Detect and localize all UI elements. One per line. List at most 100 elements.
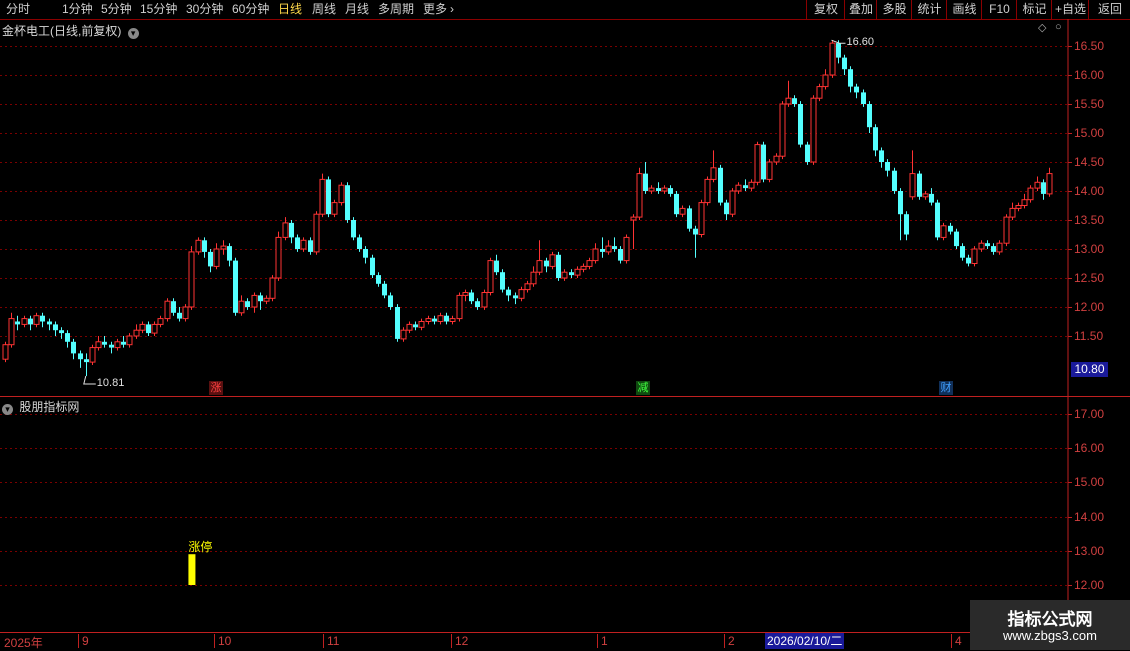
kline-chart[interactable] — [0, 0, 1130, 650]
candle-body-down — [475, 301, 480, 307]
candle-body-down — [202, 240, 207, 252]
candle-body-down — [929, 193, 934, 203]
candle-body-down — [687, 208, 692, 229]
panel-toggle-icon[interactable]: ▾ — [127, 28, 139, 39]
candle-body-down — [879, 150, 884, 162]
candle-body-down — [792, 98, 797, 104]
candle-body-down — [65, 333, 70, 342]
main-panel-header: 金杯电工(日线,前复权) ▾ — [2, 22, 139, 39]
candle-body-up — [704, 178, 711, 204]
main-y-tick-label: 11.50 — [1074, 328, 1104, 343]
candle-body-down — [991, 246, 996, 252]
candle-body-down — [382, 283, 387, 296]
circle-icon[interactable]: ○ — [1055, 21, 1062, 33]
date-label-feb: 2 — [724, 634, 735, 648]
candle-body-up — [1027, 187, 1034, 201]
candle-body-down — [146, 324, 151, 334]
candle-body-down — [40, 315, 45, 322]
candle-body-up — [822, 74, 829, 88]
candle-body-down — [59, 330, 64, 334]
candle-body-up — [810, 97, 817, 163]
main-y-tick-label: 13.50 — [1074, 212, 1105, 227]
date-label-sep: 9 — [78, 634, 89, 648]
candle-body-up — [251, 294, 258, 308]
event-marker-rise[interactable]: 涨 — [209, 381, 223, 395]
candle-body-down — [842, 57, 847, 70]
candle-body-up — [661, 187, 668, 192]
candle-body-up — [338, 184, 345, 204]
candle-body-up — [89, 347, 96, 363]
candle-body-down — [413, 324, 418, 328]
candle-body-up — [300, 239, 307, 250]
candle-body-up — [8, 318, 15, 346]
candle-body-up — [21, 318, 28, 325]
candle-body-up — [605, 245, 612, 253]
candle-body-down — [432, 318, 437, 322]
candle-body-up — [518, 289, 525, 299]
candle-body-up — [462, 292, 469, 296]
candle-body-up — [114, 341, 121, 349]
candle-body-down — [718, 167, 723, 203]
date-label-year: 2025年 — [4, 636, 43, 650]
candle-body-down — [960, 246, 965, 258]
candle-body-down — [357, 237, 362, 249]
event-marker-finance[interactable]: 财 — [939, 381, 953, 395]
diamond-icon[interactable]: ◇ — [1038, 21, 1046, 34]
candle-body-down — [743, 185, 748, 189]
candle-body-up — [996, 242, 1003, 253]
sub-y-tick-label: 17.00 — [1074, 406, 1105, 421]
candle-body-up — [978, 242, 985, 250]
candle-body-down — [444, 315, 449, 322]
candle-body-up — [630, 216, 637, 221]
candle-body-down — [289, 222, 294, 238]
candle-body-up — [139, 323, 146, 331]
candle-body-up — [164, 300, 171, 320]
candle-body-down — [618, 249, 623, 261]
candle-body-up — [313, 213, 320, 253]
event-marker-reduce-label: 减 — [637, 382, 649, 394]
indicator-title: 股朋指标网 — [19, 400, 80, 414]
cursor-date-label: 2026/02/10/二 — [765, 633, 845, 649]
candle-body-down — [861, 92, 866, 104]
candle-body-down — [227, 246, 232, 261]
sub-y-tick-label: 16.00 — [1074, 440, 1105, 455]
candle-body-down — [935, 202, 940, 238]
date-label-nov: 11 — [323, 634, 339, 648]
candle-body-up — [213, 248, 220, 267]
event-marker-finance-label: 财 — [940, 382, 952, 394]
candle-body-up — [449, 318, 456, 323]
sub-panel-toggle-icon[interactable]: ▾ — [2, 404, 13, 415]
candle-body-down — [917, 173, 922, 197]
candle-body-up — [182, 306, 189, 320]
candle-body-down — [1041, 182, 1046, 194]
candle-body-down — [724, 202, 729, 215]
candle-body-down — [904, 214, 909, 235]
candle-body-down — [28, 318, 33, 325]
candle-body-down — [78, 353, 83, 360]
candle-body-up — [530, 271, 537, 285]
candle-body-up — [536, 260, 543, 273]
candle-body-up — [922, 193, 929, 198]
candle-body-down — [376, 275, 381, 284]
candle-body-down — [761, 144, 766, 180]
candle-body-up — [33, 315, 40, 325]
candle-body-up — [319, 178, 326, 215]
candle-body-down — [233, 260, 238, 313]
candle-body-up — [263, 297, 270, 302]
candle-body-down — [885, 162, 890, 171]
event-marker-reduce[interactable]: 减 — [636, 381, 650, 395]
date-axis[interactable]: 2025年 9 10 11 12 1 2 2026/02/10/二 4 — [0, 632, 1130, 651]
candle-body-down — [867, 104, 872, 128]
candle-body-up — [418, 321, 425, 328]
candle-body-down — [326, 179, 331, 215]
candle-body-up — [829, 42, 836, 76]
candle-body-down — [308, 240, 313, 252]
candle-body-down — [805, 144, 810, 162]
candle-body-up — [754, 144, 761, 183]
candle-body-up — [1046, 173, 1053, 195]
watermark-url: www.zbgs3.com — [1003, 628, 1097, 643]
candle-body-up — [524, 283, 531, 291]
candle-body-down — [102, 341, 107, 345]
candle-body-up — [779, 103, 786, 157]
candle-body-up — [195, 239, 202, 253]
